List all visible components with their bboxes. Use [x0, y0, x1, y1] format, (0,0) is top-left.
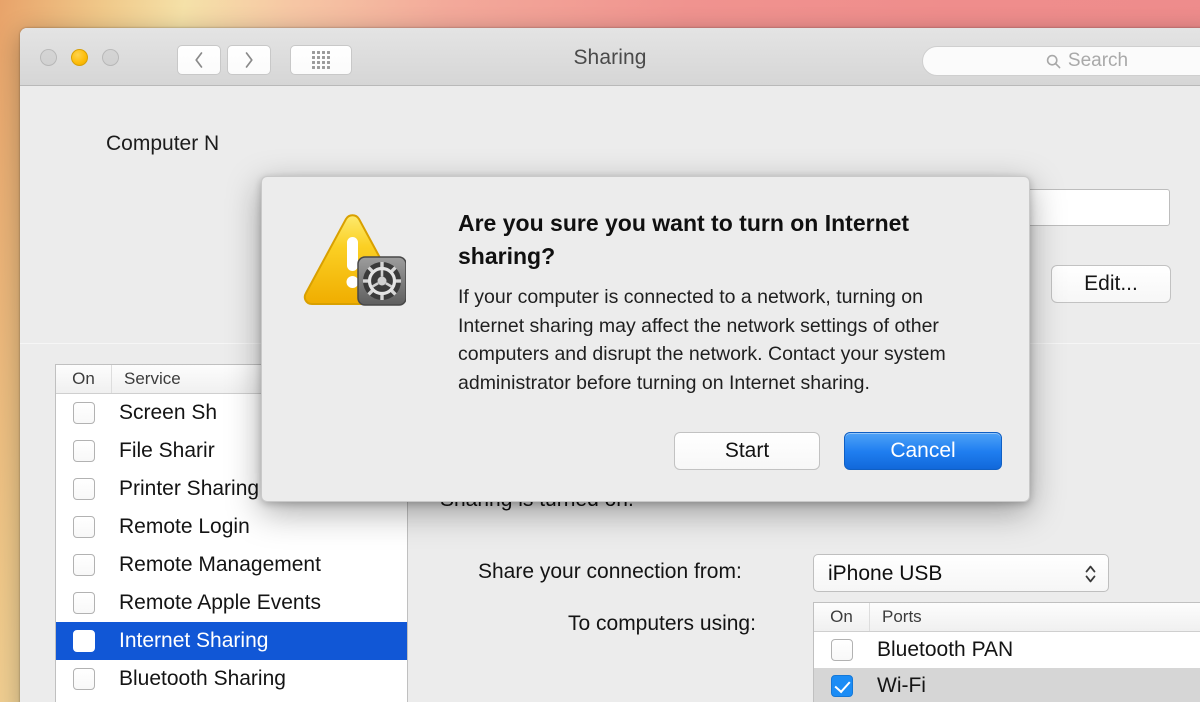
table-row[interactable]: Bluetooth PAN — [814, 632, 1200, 668]
share-connection-from-label: Share your connection from: — [478, 560, 742, 583]
service-checkbox-cell[interactable] — [56, 592, 112, 614]
search-placeholder: Search — [1067, 50, 1129, 71]
services-column-service: Service — [124, 369, 181, 388]
service-checkbox-cell[interactable] — [56, 668, 112, 690]
table-row[interactable]: Remote Apple Events — [56, 584, 407, 622]
checkbox-icon[interactable] — [73, 592, 95, 614]
checkbox-icon[interactable] — [73, 630, 95, 652]
ports-column-ports: Ports — [882, 607, 922, 626]
port-checkbox-cell[interactable] — [814, 639, 870, 661]
ports-table[interactable]: On Ports Bluetooth PAN Wi-Fi — [813, 602, 1200, 702]
checkbox-icon[interactable] — [831, 639, 853, 661]
service-checkbox-cell[interactable] — [56, 440, 112, 462]
service-label: Bluetooth Sharing — [119, 667, 286, 690]
dialog-title: Are you sure you want to turn on Interne… — [458, 210, 910, 269]
service-label: Printer Sharing — [119, 477, 260, 500]
computer-name-label: Computer N — [106, 132, 220, 155]
table-row[interactable]: Bluetooth Sharing — [56, 660, 407, 698]
cancel-button[interactable]: Cancel — [844, 432, 1002, 470]
service-checkbox-cell[interactable] — [56, 630, 112, 652]
checkbox-icon[interactable] — [73, 516, 95, 538]
checkbox-icon[interactable] — [73, 478, 95, 500]
checkbox-icon[interactable] — [73, 402, 95, 424]
checkbox-icon[interactable] — [73, 668, 95, 690]
service-label: Remote Apple Events — [119, 591, 321, 614]
confirm-internet-sharing-dialog: Are you sure you want to turn on Interne… — [261, 176, 1030, 502]
window-titlebar: Sharing Search — [20, 28, 1200, 86]
checkbox-icon[interactable] — [73, 554, 95, 576]
ports-table-header: On Ports — [814, 603, 1200, 632]
system-preferences-window: Sharing Search Computer N Edit... On Ser… — [20, 28, 1200, 702]
search-field[interactable]: Search — [922, 46, 1200, 76]
start-button[interactable]: Start — [674, 432, 820, 470]
dialog-body-text: If your computer is connected to a netwo… — [458, 286, 946, 394]
service-label: Screen Sh — [119, 401, 218, 424]
to-computers-using-label: To computers using: — [568, 612, 756, 635]
window-body: Computer N Edit... On Service Screen Sh — [20, 86, 1200, 702]
port-label: Wi-Fi — [877, 674, 926, 697]
table-row[interactable]: Remote Management — [56, 546, 407, 584]
warning-triangle-with-gear-badge-icon — [303, 214, 406, 306]
services-column-on: On — [56, 365, 112, 393]
port-checkbox-cell[interactable] — [814, 675, 870, 697]
table-row-internet-sharing[interactable]: Internet Sharing — [56, 622, 407, 660]
screenshot-viewport: Sharing Search Computer N Edit... On Ser… — [0, 0, 1200, 702]
table-row[interactable]: Remote Login — [56, 508, 407, 546]
computer-name-input[interactable] — [1020, 189, 1170, 226]
search-icon — [1046, 54, 1061, 68]
service-checkbox-cell[interactable] — [56, 402, 112, 424]
service-checkbox-cell[interactable] — [56, 516, 112, 538]
service-label: File Sharir — [119, 439, 215, 462]
chevron-up-down-icon — [1085, 565, 1096, 583]
table-row-wifi[interactable]: Wi-Fi — [814, 668, 1200, 702]
service-label: Internet Sharing — [119, 629, 269, 652]
ports-column-on: On — [814, 603, 870, 631]
checkbox-checked-icon[interactable] — [831, 675, 853, 697]
service-label: Remote Login — [119, 515, 250, 538]
service-label: Remote Management — [119, 553, 321, 576]
checkbox-icon[interactable] — [73, 440, 95, 462]
edit-button[interactable]: Edit... — [1051, 265, 1171, 303]
share-connection-from-popup[interactable]: iPhone USB — [813, 554, 1109, 592]
service-checkbox-cell[interactable] — [56, 554, 112, 576]
share-connection-from-value: iPhone USB — [828, 562, 943, 585]
service-checkbox-cell[interactable] — [56, 478, 112, 500]
port-label: Bluetooth PAN — [877, 638, 1014, 661]
